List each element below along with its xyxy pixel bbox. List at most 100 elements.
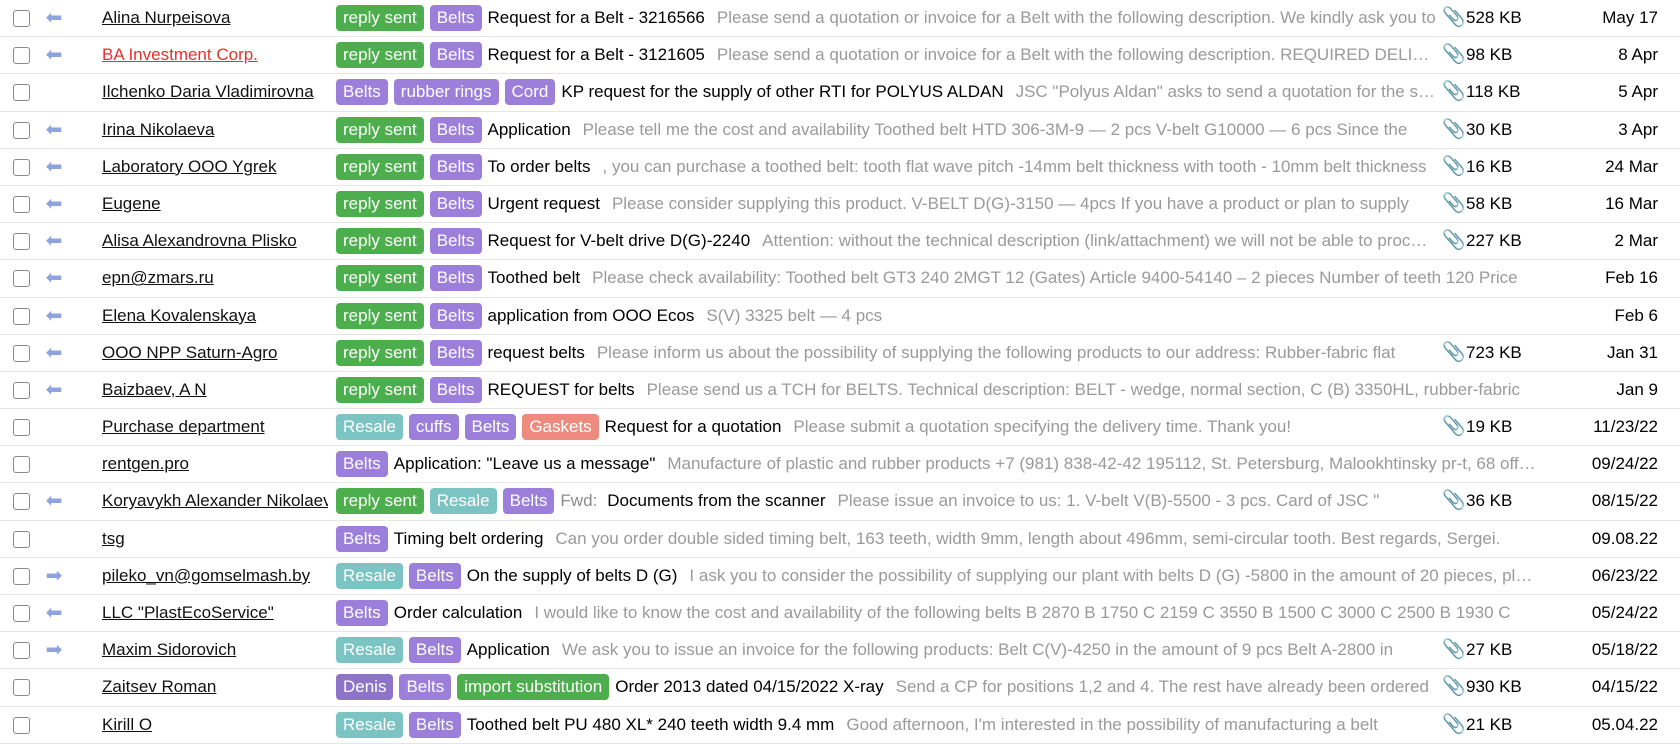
sender-name[interactable]: Alina Nurpeisova (102, 0, 328, 36)
label-tag[interactable]: Belts (429, 302, 482, 329)
select-checkbox[interactable] (13, 233, 30, 251)
paperclip-icon[interactable]: 📎 (1442, 112, 1466, 148)
label-tag[interactable]: import substitution (457, 674, 610, 701)
label-tag[interactable]: Belts (429, 42, 482, 69)
message-summary[interactable]: reply sent Belts application from OOO Ecos… (336, 298, 1536, 334)
sender-name[interactable]: rentgen.pro (102, 446, 328, 482)
message-row[interactable]: Ilchenko Daria Vladimirovna Belts rubber r… (0, 74, 1680, 112)
label-tag[interactable]: Resale (336, 637, 403, 664)
label-tag[interactable]: reply sent (336, 190, 424, 217)
label-tag[interactable]: reply sent (336, 488, 424, 515)
label-tag[interactable]: Belts (429, 376, 482, 403)
label-tag[interactable]: cuffs (408, 414, 459, 441)
sender-name[interactable]: pileko_vn@gomselmash.by (102, 558, 328, 594)
label-tag[interactable]: reply sent (336, 116, 424, 143)
label-tag[interactable]: Gaskets (522, 414, 599, 441)
label-tag[interactable]: Belts (408, 562, 461, 589)
sender-name[interactable]: Laboratory OOO Ygrek (102, 149, 328, 185)
label-tag[interactable]: reply sent (336, 228, 424, 255)
message-row[interactable]: ⬅Koryavykh Alexander Nikolaevichreply se… (0, 483, 1680, 521)
label-tag[interactable]: Cord (504, 79, 556, 106)
sender-name[interactable]: Koryavykh Alexander Nikolaevich (102, 483, 328, 519)
paperclip-icon[interactable]: 📎 (1442, 186, 1466, 222)
sender-name[interactable]: Zaitsev Roman (102, 669, 328, 705)
message-row[interactable]: rentgen.pro Belts Application: "Leave us a… (0, 446, 1680, 484)
select-checkbox[interactable] (13, 47, 30, 65)
select-checkbox[interactable] (13, 10, 30, 27)
message-summary[interactable]: reply sent Belts Request for a Belt - 3216… (336, 0, 1436, 36)
message-summary[interactable]: reply sent Belts Request for a Belt - 3121… (336, 37, 1436, 73)
message-row[interactable]: ⬅ Elena Kovalenskaya reply sent Belts applic… (0, 298, 1680, 335)
label-tag[interactable]: Belts (408, 711, 461, 738)
message-summary[interactable]: reply sent Belts REQUEST for belts Please s… (336, 372, 1536, 408)
message-summary[interactable]: reply sent Belts Urgent request Please cons… (336, 186, 1436, 222)
label-tag[interactable]: Belts (336, 525, 388, 552)
sender-name[interactable]: OOO NPP Saturn-Agro (102, 335, 328, 371)
sender-name[interactable]: Ilchenko Daria Vladimirovna (102, 74, 328, 110)
label-tag[interactable]: Belts (464, 414, 517, 441)
label-tag[interactable]: Belts (336, 451, 388, 478)
label-tag[interactable]: reply sent (336, 153, 424, 180)
paperclip-icon[interactable]: 📎 (1442, 223, 1466, 259)
message-row[interactable]: Zaitsev Roman Denis Belts import substituti… (0, 669, 1680, 707)
message-summary[interactable]: Resale Belts On the supply of belts D (G) I… (336, 558, 1536, 594)
label-tag[interactable]: reply sent (336, 265, 424, 292)
message-summary[interactable]: Resale cuffs Belts Gaskets Request for a quo… (336, 409, 1436, 445)
message-summary[interactable]: reply sent Belts Toothed belt Please check … (336, 260, 1536, 296)
paperclip-icon[interactable]: 📎 (1442, 409, 1466, 445)
message-row[interactable]: ➡ pileko_vn@gomselmash.by Resale Belts On th… (0, 558, 1680, 595)
select-checkbox[interactable] (13, 605, 30, 622)
sender-name[interactable]: Kirill O (102, 707, 328, 743)
select-checkbox[interactable] (13, 84, 30, 102)
label-tag[interactable]: Belts (429, 339, 482, 366)
paperclip-icon[interactable]: 📎 (1442, 335, 1466, 371)
message-summary[interactable]: Belts rubber rings Cord KP request for the … (336, 74, 1436, 110)
message-row[interactable]: ⬅ OOO NPP Saturn-Agro reply sent Belts reque… (0, 335, 1680, 372)
sender-name[interactable]: Eugene (102, 186, 328, 222)
message-row[interactable]: ⬅ Laboratory OOO Ygrek reply sent Belts To o… (0, 149, 1680, 186)
message-summary[interactable]: Resale Belts Toothed belt PU 480 XL* 240 t… (336, 707, 1436, 743)
select-checkbox[interactable] (13, 195, 30, 213)
message-summary[interactable]: Belts Application: "Leave us a message" Ma… (336, 446, 1536, 482)
paperclip-icon[interactable]: 📎 (1442, 632, 1466, 668)
message-row[interactable]: ⬅ Eugene reply sent Belts Urgent request Plea… (0, 186, 1680, 224)
sender-name[interactable]: Baizbaev, A N (102, 372, 328, 408)
select-checkbox[interactable] (13, 419, 30, 437)
message-summary[interactable]: Denis Belts import substitution Order 2013 … (336, 669, 1436, 705)
select-checkbox[interactable] (13, 716, 30, 734)
label-tag[interactable]: Belts (429, 228, 482, 255)
message-row[interactable]: Purchase department Resale cuffs Belts Gaske… (0, 409, 1680, 447)
select-checkbox[interactable] (13, 158, 30, 176)
sender-name[interactable]: Maxim Sidorovich (102, 632, 328, 668)
label-tag[interactable]: reply sent (336, 5, 424, 31)
select-checkbox[interactable] (13, 679, 30, 697)
label-tag[interactable]: Resale (429, 488, 497, 515)
label-tag[interactable]: Belts (429, 265, 482, 292)
sender-name[interactable]: BA Investment Corp. (102, 37, 328, 73)
select-checkbox[interactable] (13, 344, 30, 362)
label-tag[interactable]: Resale (336, 414, 403, 441)
sender-name[interactable]: Elena Kovalenskaya (102, 298, 328, 334)
message-row[interactable]: ⬅ Alina Nurpeisova reply sent Belts Request … (0, 0, 1680, 38)
select-checkbox[interactable] (13, 642, 30, 660)
sender-name[interactable]: epn@zmars.ru (102, 260, 328, 296)
message-row[interactable]: ⬅ Baizbaev, A Nreply sent Belts REQUEST for… (0, 372, 1680, 410)
paperclip-icon[interactable]: 📎 (1442, 149, 1466, 185)
sender-name[interactable]: LLC "PlastEcoService" (102, 595, 328, 631)
message-summary[interactable]: reply sent Resale Belts Fwd: Documents from … (336, 483, 1436, 519)
message-row[interactable]: tsg Belts Timing belt ordering Can you orde… (0, 521, 1680, 558)
message-row[interactable]: ⬅ epn@zmars.ru reply sent Belts Toothed belt… (0, 260, 1680, 298)
label-tag[interactable]: reply sent (336, 376, 424, 403)
message-row[interactable]: Kirill O Resale Belts Toothed belt PU 480 X… (0, 707, 1680, 744)
label-tag[interactable]: reply sent (336, 339, 424, 366)
message-row[interactable]: ⬅ LLC "PlastEcoService" Belts Order calcula… (0, 595, 1680, 633)
message-row[interactable]: ⬅ Irina Nikolaeva reply sent Belts Applicati… (0, 112, 1680, 149)
paperclip-icon[interactable]: 📎 (1442, 0, 1466, 36)
paperclip-icon[interactable]: 📎 (1442, 37, 1466, 73)
label-tag[interactable]: Belts (429, 5, 482, 31)
label-tag[interactable]: Belts (429, 153, 482, 180)
label-tag[interactable]: rubber rings (393, 79, 499, 106)
sender-name[interactable]: Alisa Alexandrovna Plisko (102, 223, 328, 259)
select-checkbox[interactable] (13, 493, 30, 511)
label-tag[interactable]: Belts (336, 79, 388, 106)
